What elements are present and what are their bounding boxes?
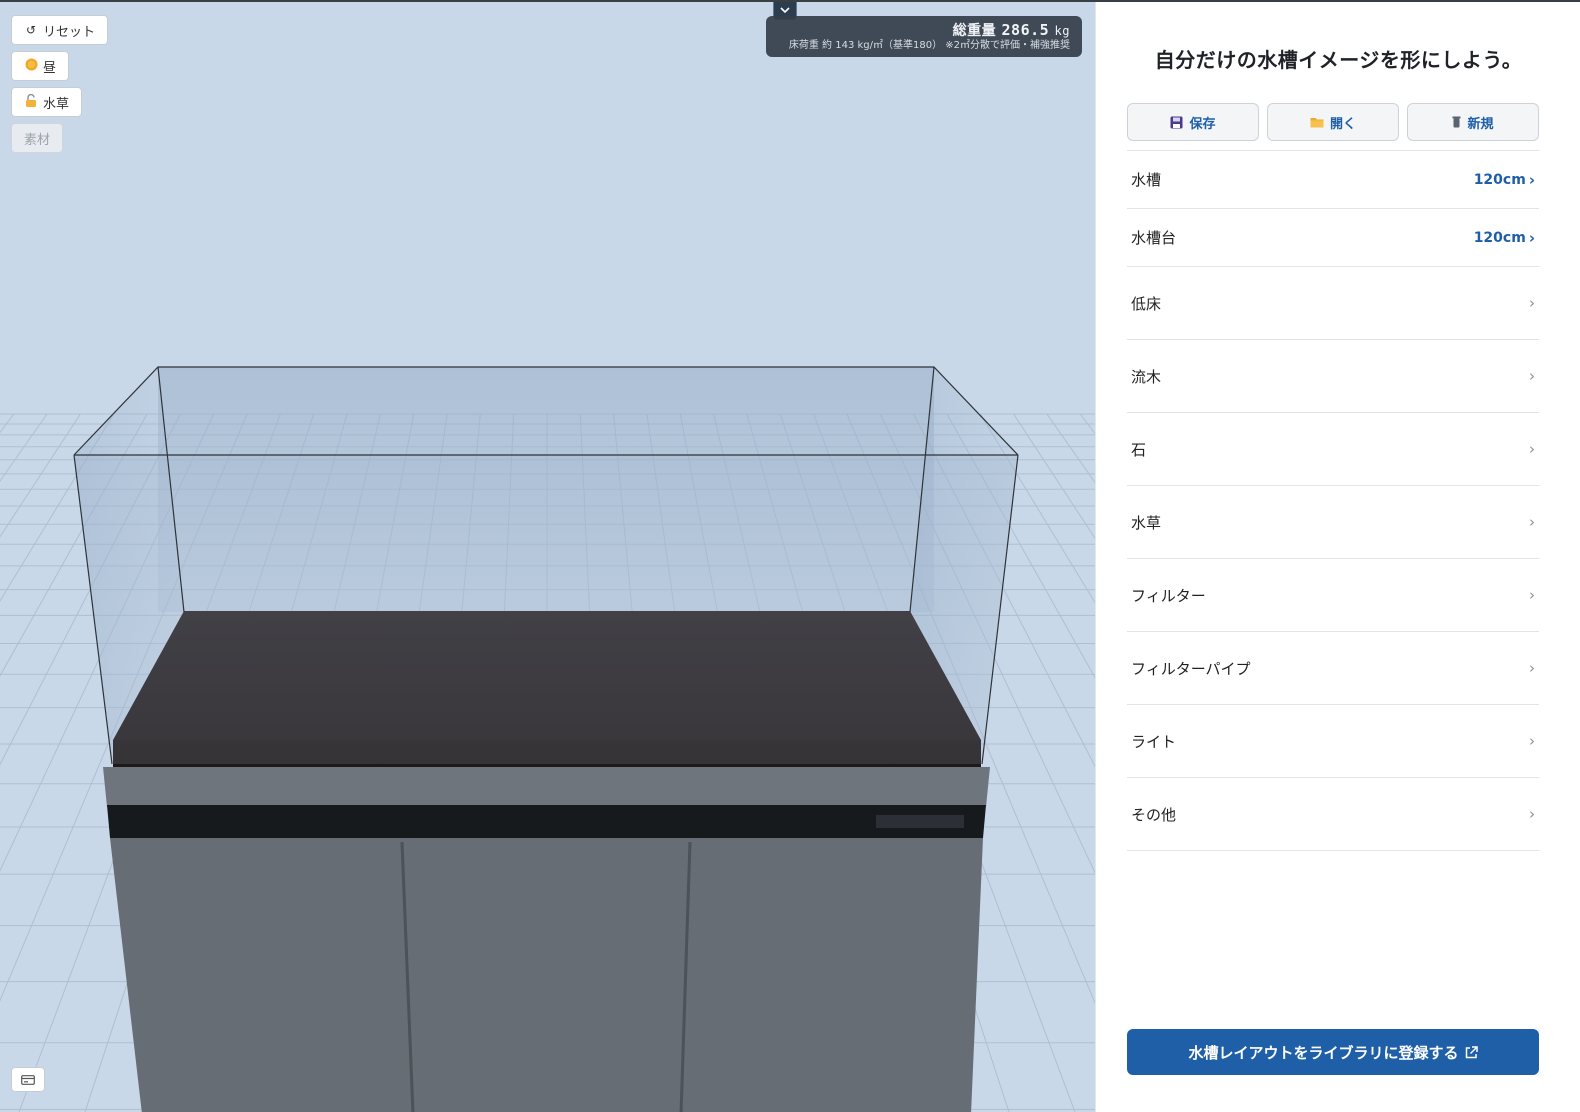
chevron-right-icon: › [1529,294,1535,312]
chevron-right-icon: › [1528,228,1535,247]
register-to-library-button[interactable]: 水槽レイアウトをライブラリに登録する [1127,1029,1539,1075]
save-button[interactable]: 保存 [1127,103,1259,141]
menu-item-substrate[interactable]: 低床 › [1127,267,1539,340]
reset-label: リセット [43,24,96,40]
menu-item-value-text: 120cm [1473,171,1526,188]
chevron-right-icon: › [1529,513,1535,531]
day-night-toggle[interactable]: 昼 [11,51,70,81]
menu-item-label: 水槽台 [1131,229,1177,247]
chevron-right-icon: › [1529,805,1535,823]
menu-item-tank-stand[interactable]: 水槽台 120cm › [1127,209,1539,267]
card-icon [21,1074,35,1085]
new-label: 新規 [1467,116,1494,132]
cabinet-body [110,838,983,1112]
cabinet-label-plate [876,815,964,828]
open-button[interactable]: 開く [1267,103,1399,141]
menu-item-label: その他 [1131,805,1177,824]
chevron-right-icon: › [1529,732,1535,750]
category-menu: 水槽 120cm › 水槽台 120cm › 低床 › 流木 › 石 › 水草 › … [1127,150,1539,851]
menu-item-label: 水草 [1131,513,1162,532]
external-link-icon [1465,1045,1478,1058]
cabinet-band [107,805,986,838]
menu-item-plants[interactable]: 水草 › [1127,486,1539,559]
menu-item-stone[interactable]: 石 › [1127,413,1539,486]
tank-front-glass [74,455,1018,764]
side-panel: 自分だけの水槽イメージを形にしよう。 保存 開く 新規 水槽 120cm › 水槽… [1095,2,1580,1112]
panel-headline: 自分だけの水槽イメージを形にしよう。 [1154,48,1523,72]
menu-item-label: 低床 [1131,294,1162,313]
menu-item-filter-pipe[interactable]: フィルターパイプ › [1127,632,1539,705]
3d-viewport[interactable]: ↺ リセット 昼 水草 素材 総重量 286.5 kg 床荷重 約 143 kg… [0,2,1095,1112]
total-weight-unit: kg [1054,24,1070,38]
floor-load-note: 床荷重 約 143 kg/㎡（基準180） ※2㎡分散で評価・補強推奨 [788,40,1070,51]
chevron-down-icon [780,7,790,14]
trash-icon [1452,116,1461,128]
menu-item-tank[interactable]: 水槽 120cm › [1127,151,1539,209]
weight-panel: 総重量 286.5 kg 床荷重 約 143 kg/㎡（基準180） ※2㎡分散… [766,16,1082,57]
menu-item-light[interactable]: ライト › [1127,705,1539,778]
reset-button[interactable]: ↺ リセット [11,15,109,45]
total-weight-title: 総重量 [952,23,997,39]
menu-item-label: ライト [1131,732,1177,751]
folder-icon [1310,118,1324,128]
chevron-right-icon: › [1529,586,1535,604]
menu-item-label: フィルター [1131,586,1206,605]
card-view-button[interactable] [11,1067,45,1092]
menu-item-driftwood[interactable]: 流木 › [1127,340,1539,413]
chevron-right-icon: › [1529,659,1535,677]
open-label: 開く [1329,116,1356,132]
floppy-disk-icon [1170,116,1183,128]
total-weight-value: 286.5 [1001,21,1050,39]
menu-item-label: フィルターパイプ [1131,659,1251,678]
sun-icon [24,58,38,74]
menu-item-label: 石 [1131,440,1147,459]
plants-lock-toggle[interactable]: 水草 [11,87,83,117]
lock-open-icon [24,93,38,110]
day-label: 昼 [43,60,57,76]
menu-item-value-text: 120cm [1473,229,1526,246]
menu-item-label: 水槽 [1131,171,1162,189]
chevron-right-icon: › [1529,367,1535,385]
aquarium-scene[interactable] [0,2,1095,1112]
material-label: 素材 [24,132,51,148]
menu-item-other[interactable]: その他 › [1127,778,1539,851]
cabinet-top [103,767,990,807]
total-weight: 総重量 286.5 kg [774,22,1070,39]
chevron-right-icon: › [1529,440,1535,458]
reset-icon: ↺ [25,23,37,37]
plants-label: 水草 [43,96,70,112]
material-button[interactable]: 素材 [11,123,64,153]
menu-item-value: 120cm › [1474,229,1535,247]
new-button[interactable]: 新規 [1407,103,1539,141]
menu-item-label: 流木 [1131,367,1162,386]
save-label: 保存 [1189,116,1216,132]
menu-item-filter[interactable]: フィルター › [1127,559,1539,632]
menu-item-value: 120cm › [1474,171,1535,189]
chevron-right-icon: › [1528,170,1535,189]
register-label: 水槽レイアウトをライブラリに登録する [1188,1043,1459,1062]
